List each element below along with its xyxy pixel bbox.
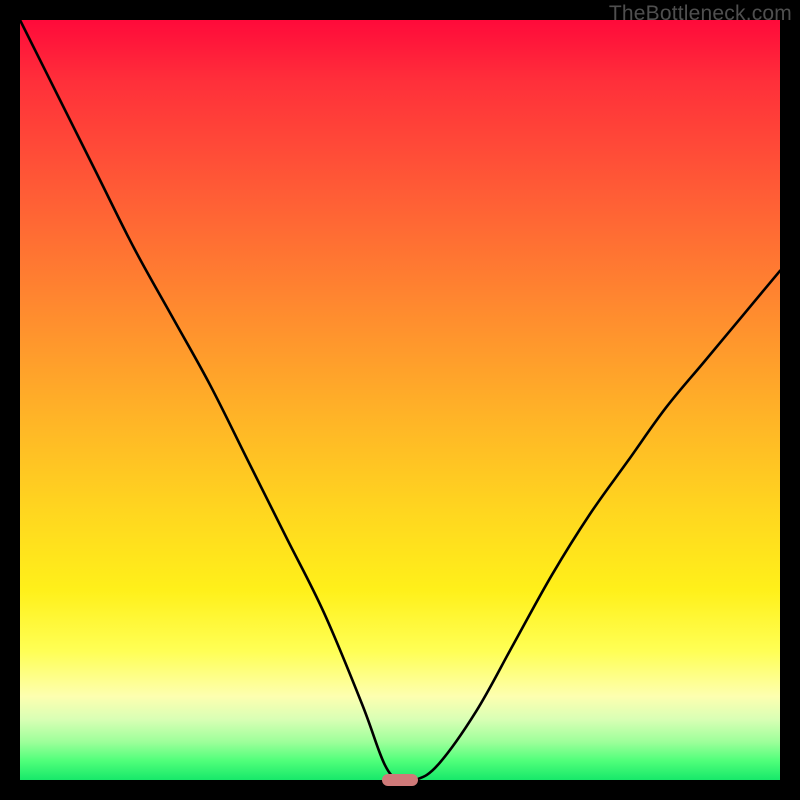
chart-frame: TheBottleneck.com [0,0,800,800]
watermark-text: TheBottleneck.com [609,2,792,26]
optimum-marker [382,774,418,786]
bottleneck-curve [20,20,780,780]
